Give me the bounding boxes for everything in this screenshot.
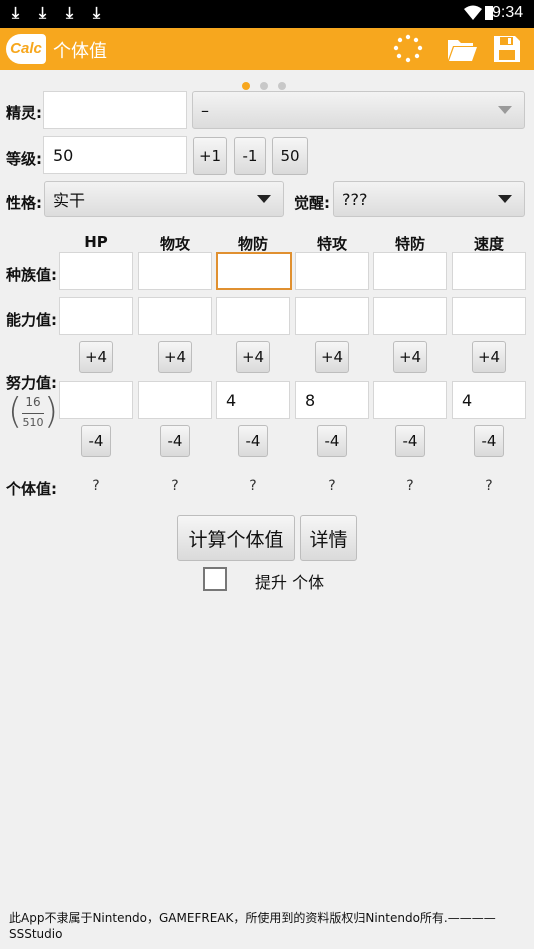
- ev-plus-speed-button[interactable]: +4: [472, 341, 506, 373]
- iv-attack-value: ?: [171, 478, 179, 494]
- pokemon-select[interactable]: –: [192, 91, 525, 129]
- stat-defense-input[interactable]: [216, 297, 290, 335]
- ev-hp-input[interactable]: [59, 381, 133, 419]
- ev-total-fraction: ( 16 510 ): [8, 391, 58, 434]
- base-stat-sp-attack-input[interactable]: [295, 252, 369, 290]
- column-header-sp-attack: 特攻: [316, 235, 347, 253]
- download-icon: ⤓: [93, 3, 101, 22]
- base-stat-attack-input[interactable]: [138, 252, 212, 290]
- chevron-down-icon: [498, 106, 512, 114]
- iv-hp-value: ?: [92, 478, 100, 494]
- ev-label: 努力值:: [6, 374, 57, 392]
- column-header-hp: HP: [84, 233, 108, 251]
- nature-select-value: 实干: [53, 191, 86, 210]
- chevron-down-icon: [257, 195, 271, 203]
- stat-hp-input[interactable]: [59, 297, 133, 335]
- iv-speed-value: ?: [485, 478, 493, 494]
- level-fifty-button[interactable]: 50: [272, 137, 308, 175]
- base-stat-defense-input[interactable]: [216, 252, 292, 290]
- fraction-right-paren: ): [44, 391, 59, 432]
- ev-minus-attack-button[interactable]: -4: [160, 425, 190, 457]
- open-folder-icon[interactable]: [446, 34, 478, 64]
- column-header-sp-defense: 特防: [394, 235, 425, 253]
- ev-plus-defense-button[interactable]: +4: [236, 341, 270, 373]
- ev-plus-sp-defense-button[interactable]: +4: [393, 341, 427, 373]
- pokemon-input[interactable]: [43, 91, 187, 129]
- chevron-down-icon: [498, 195, 512, 203]
- disclaimer-text: 此App不隶属于Nintendo，GAMEFREAK，所使用到的资料版权归Nin…: [9, 911, 496, 925]
- ev-plus-attack-button[interactable]: +4: [158, 341, 192, 373]
- base-stat-sp-defense-input[interactable]: [373, 252, 447, 290]
- ev-attack-input[interactable]: [138, 381, 212, 419]
- stat-sp-defense-input[interactable]: [373, 297, 447, 335]
- column-header-speed: 速度: [473, 235, 504, 253]
- iv-label: 个体值:: [6, 480, 57, 498]
- ev-total-max: 510: [22, 416, 44, 429]
- page-dot: [260, 82, 268, 90]
- iv-sp-attack-value: ?: [328, 478, 336, 494]
- ev-minus-hp-button[interactable]: -4: [81, 425, 111, 457]
- page-dot: [278, 82, 286, 90]
- ev-plus-hp-button[interactable]: +4: [79, 341, 113, 373]
- base-stat-label: 种族值:: [6, 266, 57, 284]
- wifi-icon: [464, 5, 482, 20]
- column-header-attack: 物攻: [159, 235, 190, 253]
- page-dot-active: [242, 82, 250, 90]
- ev-defense-input[interactable]: 4: [216, 381, 290, 419]
- pokemon-label: 精灵:: [6, 104, 42, 122]
- pokemon-select-value: –: [201, 100, 209, 120]
- base-stat-speed-input[interactable]: [452, 252, 526, 290]
- stat-speed-input[interactable]: [452, 297, 526, 335]
- ev-minus-sp-defense-button[interactable]: -4: [395, 425, 425, 457]
- download-icon: ⤓: [12, 3, 20, 22]
- stat-value-label: 能力值:: [6, 311, 57, 329]
- nature-label: 性格:: [6, 194, 42, 212]
- download-icon: ⤓: [66, 3, 74, 22]
- loading-spinner-icon[interactable]: [392, 34, 424, 64]
- ev-sp-defense-input[interactable]: [373, 381, 447, 419]
- level-input[interactable]: 50: [43, 136, 187, 174]
- disclaimer-footer: 此App不隶属于Nintendo，GAMEFREAK，所使用到的资料版权归Nin…: [9, 910, 529, 942]
- iv-defense-value: ?: [249, 478, 257, 494]
- hidden-power-select[interactable]: ???: [333, 181, 525, 217]
- ev-total-used: 16: [25, 395, 41, 409]
- level-plus-one-button[interactable]: +1: [193, 137, 227, 175]
- boost-iv-checkbox-label: 提升 个体: [255, 573, 325, 592]
- fraction-bar: [22, 413, 44, 414]
- ev-minus-sp-attack-button[interactable]: -4: [317, 425, 347, 457]
- base-stat-hp-input[interactable]: [59, 252, 133, 290]
- app-logo: Calc: [6, 34, 46, 64]
- ev-minus-speed-button[interactable]: -4: [474, 425, 504, 457]
- boost-iv-checkbox[interactable]: [203, 567, 227, 591]
- details-button[interactable]: 详情: [300, 515, 357, 561]
- download-icon: ⤓: [39, 3, 47, 22]
- app-bar: Calc 个体值: [0, 28, 534, 70]
- calculate-iv-button[interactable]: 计算个体值: [177, 515, 295, 561]
- level-minus-one-button[interactable]: -1: [234, 137, 266, 175]
- iv-sp-defense-value: ?: [406, 478, 414, 494]
- ev-sp-attack-input[interactable]: 8: [295, 381, 369, 419]
- app-title: 个体值: [53, 41, 107, 62]
- ev-speed-input[interactable]: 4: [452, 381, 526, 419]
- save-icon[interactable]: [491, 34, 523, 64]
- nature-select[interactable]: 实干: [44, 181, 284, 217]
- ev-plus-sp-attack-button[interactable]: +4: [315, 341, 349, 373]
- stat-sp-attack-input[interactable]: [295, 297, 369, 335]
- ev-minus-defense-button[interactable]: -4: [238, 425, 268, 457]
- status-time: 9:34: [492, 4, 524, 21]
- status-bar: ⤓ ⤓ ⤓ ⤓ 9:34: [0, 0, 534, 28]
- hidden-power-select-value: ???: [342, 189, 368, 209]
- level-label: 等级:: [6, 150, 42, 168]
- developer-credit: SSStudio: [9, 927, 63, 941]
- hidden-power-label: 觉醒:: [294, 194, 330, 212]
- column-header-defense: 物防: [237, 235, 268, 253]
- stat-attack-input[interactable]: [138, 297, 212, 335]
